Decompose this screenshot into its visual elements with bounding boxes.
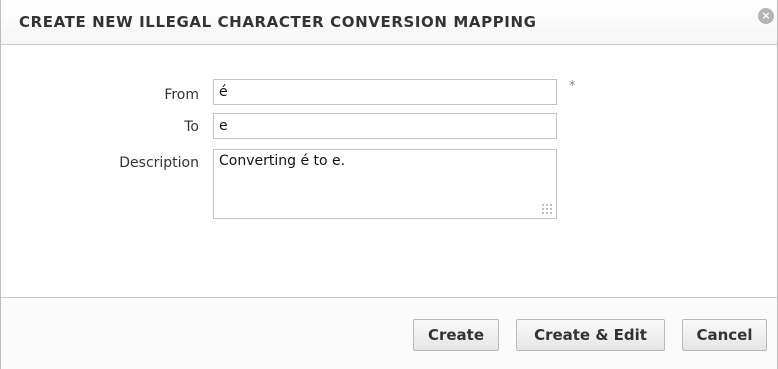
required-marker: * <box>569 79 576 94</box>
dialog-header: CREATE NEW ILLEGAL CHARACTER CONVERSION … <box>1 0 777 45</box>
create-button[interactable]: Create <box>413 319 499 351</box>
to-label: To <box>184 119 199 135</box>
description-textarea[interactable]: Converting é to e. <box>213 149 557 219</box>
description-label: Description <box>119 155 199 171</box>
close-icon[interactable]: × <box>758 8 774 24</box>
from-label: From <box>164 87 199 103</box>
create-and-edit-button[interactable]: Create & Edit <box>516 319 665 351</box>
cancel-button[interactable]: Cancel <box>682 319 767 351</box>
to-input[interactable] <box>213 113 557 139</box>
dialog-title: CREATE NEW ILLEGAL CHARACTER CONVERSION … <box>19 13 537 31</box>
conversion-mapping-dialog: CREATE NEW ILLEGAL CHARACTER CONVERSION … <box>0 0 778 369</box>
from-input[interactable] <box>213 79 557 105</box>
textarea-resize-handle[interactable] <box>541 203 553 215</box>
